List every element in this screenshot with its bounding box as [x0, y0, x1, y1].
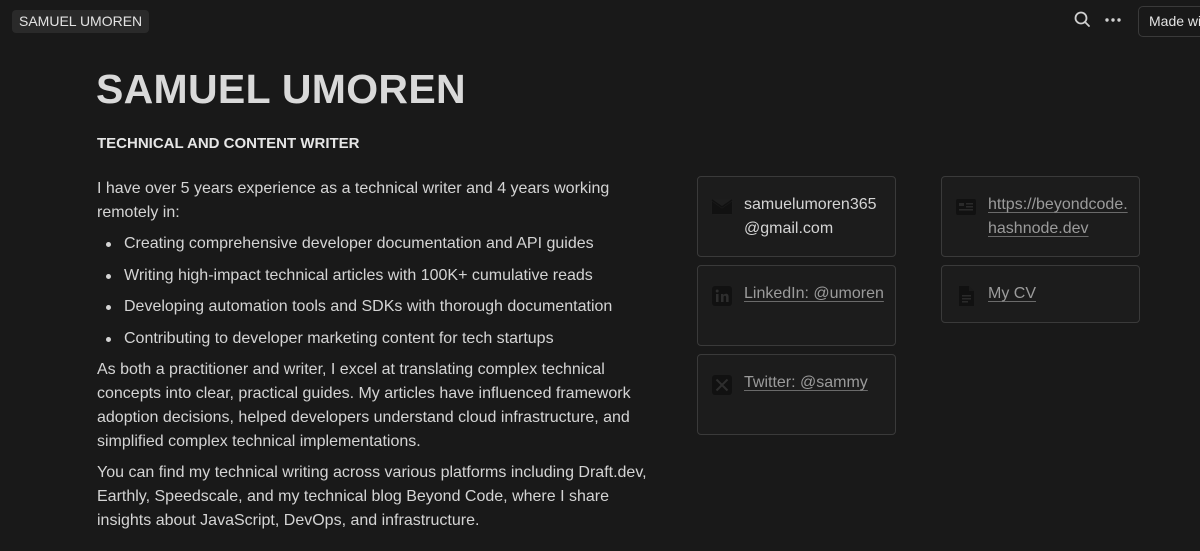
page-content: I have over 5 years experience as a tech…	[97, 177, 667, 540]
top-bar: SAMUEL UMOREN Made wi	[0, 0, 1200, 44]
paragraph-platforms: You can find my technical writing across…	[97, 464, 647, 529]
twitter-card[interactable]: Twitter: @sammy	[697, 354, 896, 435]
more-horizontal-icon[interactable]	[1102, 9, 1124, 31]
experience-list: Creating comprehensive developer documen…	[97, 232, 667, 351]
cv-link[interactable]: My CV	[988, 282, 1130, 306]
breadcrumb[interactable]: SAMUEL UMOREN	[12, 10, 150, 33]
email-card[interactable]: samuelumoren365@gmail.com	[697, 176, 896, 257]
blog-link[interactable]: https://beyondcode.hashnode.dev	[988, 193, 1130, 241]
search-icon[interactable]	[1072, 9, 1094, 31]
document-icon	[955, 285, 977, 307]
mail-icon	[711, 196, 733, 218]
cv-card[interactable]: My CV	[941, 265, 1140, 323]
linkedin-icon	[711, 285, 733, 307]
page-subtitle: TECHNICAL AND CONTENT WRITER	[97, 135, 360, 152]
list-item: Writing high-impact technical articles w…	[97, 264, 667, 288]
linkedin-card[interactable]: LinkedIn: @umoren	[697, 265, 896, 346]
twitter-link[interactable]: Twitter: @sammy	[744, 371, 886, 395]
x-twitter-icon	[711, 374, 733, 396]
paragraph-practitioner: As both a practitioner and writer, I exc…	[97, 361, 631, 450]
email-text: samuelumoren365@gmail.com	[744, 196, 877, 237]
intro-paragraph: I have over 5 years experience as a tech…	[97, 180, 610, 221]
linkedin-link[interactable]: LinkedIn: @umoren	[744, 282, 886, 306]
list-item: Contributing to developer marketing cont…	[97, 327, 667, 351]
list-item: Creating comprehensive developer documen…	[97, 232, 667, 256]
page-title: SAMUEL UMOREN	[96, 66, 466, 112]
list-item: Developing automation tools and SDKs wit…	[97, 295, 667, 319]
blog-icon	[955, 196, 977, 218]
made-with-button[interactable]: Made wi	[1138, 6, 1200, 37]
blog-card[interactable]: https://beyondcode.hashnode.dev	[941, 176, 1140, 257]
